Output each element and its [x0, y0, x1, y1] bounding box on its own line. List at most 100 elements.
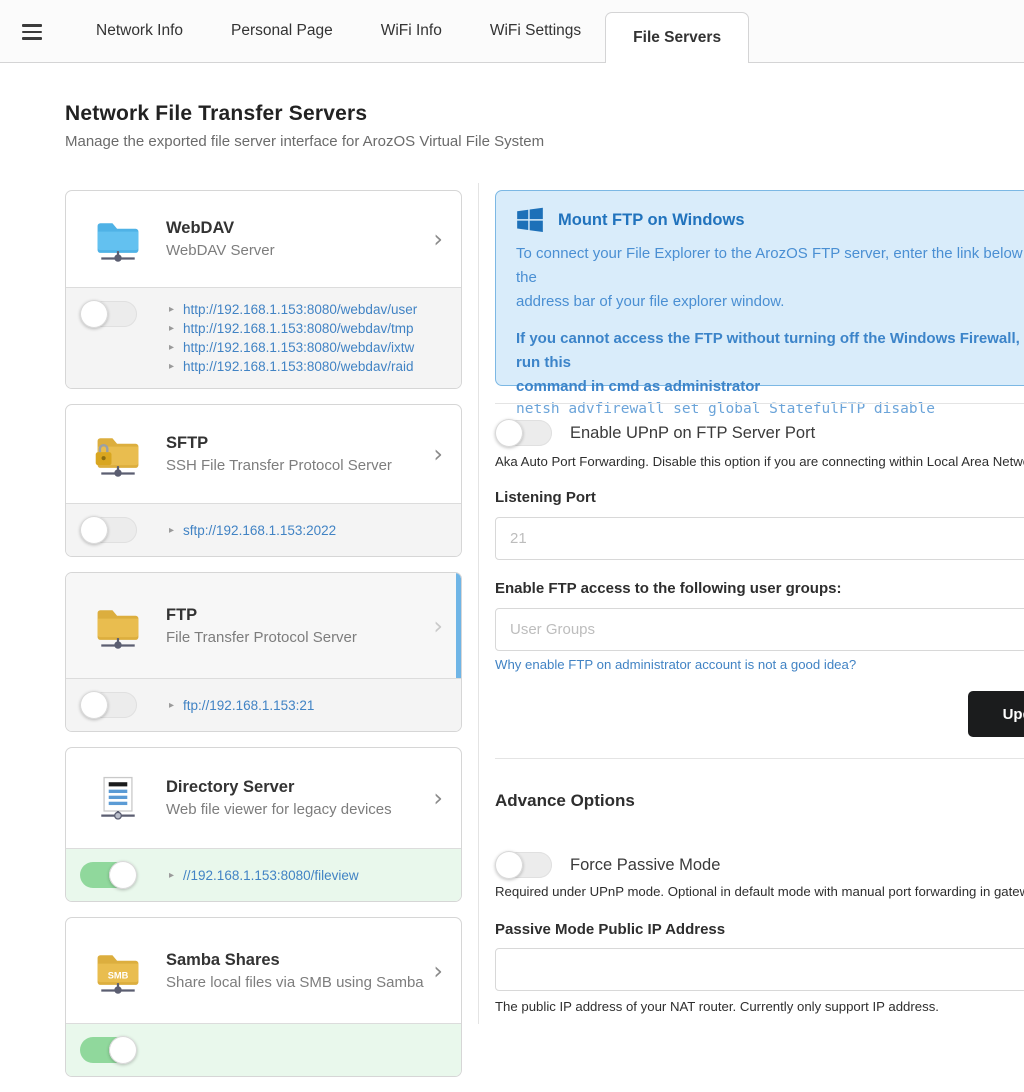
- server-name: FTP: [166, 606, 425, 625]
- upnp-toggle-label: Enable UPnP on FTP Server Port: [570, 424, 815, 443]
- caret-right-icon: ▸: [169, 302, 174, 318]
- server-card-webdav: WebDAV WebDAV Server › ▸ http://192.168.…: [65, 190, 462, 389]
- server-url-link[interactable]: sftp://192.168.1.153:2022: [183, 523, 336, 539]
- chevron-right-icon[interactable]: ›: [425, 227, 443, 251]
- chevron-right-icon[interactable]: ›: [425, 442, 443, 466]
- folder-network-yellow-icon: [92, 600, 144, 652]
- server-enable-toggle[interactable]: [80, 517, 137, 543]
- server-card-header[interactable]: SFTP SSH File Transfer Protocol Server ›: [66, 405, 461, 503]
- server-card-header[interactable]: WebDAV WebDAV Server ›: [66, 191, 461, 287]
- tab-label: Personal Page: [231, 22, 333, 40]
- server-description: SSH File Transfer Protocol Server: [166, 457, 425, 474]
- server-link-list: ▸ http://192.168.1.153:8080/webdav/user …: [169, 301, 417, 375]
- server-url-link[interactable]: //192.168.1.153:8080/fileview: [183, 868, 359, 884]
- toggle-knob: [495, 851, 523, 879]
- force-passive-note: Required under UPnP mode. Optional in de…: [495, 884, 1024, 899]
- server-url-link[interactable]: http://192.168.1.153:8080/webdav/raid: [183, 359, 413, 375]
- force-passive-toggle[interactable]: [495, 852, 552, 878]
- selected-accent-bar: [456, 573, 461, 678]
- upnp-toggle[interactable]: [495, 420, 552, 446]
- server-card-footer: ▸ sftp://192.168.1.153:2022: [66, 503, 461, 556]
- server-link-row: ▸ ftp://192.168.1.153:21: [169, 698, 314, 714]
- folder-smb-icon: SMB: [92, 945, 144, 997]
- upnp-toggle-row: Enable UPnP on FTP Server Port: [495, 420, 815, 446]
- tab-network-info[interactable]: Network Info: [72, 0, 207, 62]
- server-link-row: ▸ http://192.168.1.153:8080/webdav/tmp: [169, 321, 417, 337]
- server-card-directory-server: Directory Server Web file viewer for leg…: [65, 747, 462, 902]
- server-link-row: ▸ http://192.168.1.153:8080/webdav/user: [169, 302, 417, 318]
- caret-right-icon: ▸: [169, 321, 174, 337]
- server-enable-toggle[interactable]: [80, 301, 137, 327]
- user-groups-input[interactable]: [495, 608, 1024, 651]
- server-description: Share local files via SMB using Samba: [166, 974, 425, 991]
- infobox-title: Mount FTP on Windows: [558, 211, 745, 230]
- toggle-knob: [80, 516, 108, 544]
- passive-ip-note: The public IP address of your NAT router…: [495, 999, 939, 1014]
- caret-right-icon: ▸: [169, 698, 174, 714]
- caret-right-icon: ▸: [169, 359, 174, 375]
- server-description: File Transfer Protocol Server: [166, 629, 425, 646]
- server-url-link[interactable]: http://192.168.1.153:8080/webdav/ixtw: [183, 340, 414, 356]
- page-subtitle: Manage the exported file server interfac…: [65, 133, 544, 150]
- advance-options-title: Advance Options: [495, 791, 635, 811]
- server-name: WebDAV: [166, 219, 425, 238]
- server-name: Samba Shares: [166, 951, 425, 970]
- tab-label: WiFi Info: [381, 22, 442, 40]
- tab-file-servers[interactable]: File Servers: [605, 12, 749, 63]
- tab-wifi-info[interactable]: WiFi Info: [357, 0, 466, 62]
- server-link-list: ▸ //192.168.1.153:8080/fileview: [169, 867, 359, 884]
- caret-right-icon: ▸: [169, 523, 174, 539]
- server-link-row: ▸ http://192.168.1.153:8080/webdav/ixtw: [169, 340, 417, 356]
- passive-ip-label: Passive Mode Public IP Address: [495, 921, 725, 938]
- server-list: WebDAV WebDAV Server › ▸ http://192.168.…: [65, 190, 462, 1092]
- chevron-right-icon[interactable]: ›: [425, 786, 443, 810]
- server-link-row: ▸ http://192.168.1.153:8080/webdav/raid: [169, 359, 417, 375]
- top-navigation-bar: Network Info Personal Page WiFi Info WiF…: [0, 0, 1024, 63]
- server-name: SFTP: [166, 434, 425, 453]
- force-passive-toggle-row: Force Passive Mode: [495, 852, 720, 878]
- update-button[interactable]: Update: [968, 691, 1024, 737]
- page-header: Network File Transfer Servers Manage the…: [65, 102, 544, 150]
- server-enable-toggle[interactable]: [80, 862, 137, 888]
- server-card-sftp: SFTP SSH File Transfer Protocol Server ›…: [65, 404, 462, 557]
- server-card-header[interactable]: FTP File Transfer Protocol Server ›: [66, 573, 461, 678]
- server-card-footer: ▸ ftp://192.168.1.153:21: [66, 678, 461, 731]
- server-url-link[interactable]: http://192.168.1.153:8080/webdav/tmp: [183, 321, 413, 337]
- hamburger-menu-icon[interactable]: [22, 24, 42, 40]
- listening-port-input[interactable]: [495, 517, 1024, 560]
- passive-ip-input[interactable]: [495, 948, 1024, 991]
- server-link-row: ▸ sftp://192.168.1.153:2022: [169, 523, 336, 539]
- folder-lock-icon: [92, 428, 144, 480]
- admin-warning-link[interactable]: Why enable FTP on administrator account …: [495, 657, 856, 672]
- server-card-ftp: FTP File Transfer Protocol Server › ▸ ft…: [65, 572, 462, 732]
- tab-label: File Servers: [633, 29, 721, 47]
- server-link-row: ▸ //192.168.1.153:8080/fileview: [169, 868, 359, 884]
- mount-ftp-infobox: Mount FTP on Windows To connect your Fil…: [495, 190, 1024, 386]
- server-link-list: ▸ ftp://192.168.1.153:21: [169, 697, 314, 714]
- toggle-knob: [495, 419, 523, 447]
- tab-wifi-settings[interactable]: WiFi Settings: [466, 0, 605, 62]
- server-description: Web file viewer for legacy devices: [166, 801, 425, 818]
- tab-label: WiFi Settings: [490, 22, 581, 40]
- server-card-header[interactable]: SMB Samba Shares Share local files via S…: [66, 918, 461, 1023]
- server-enable-toggle[interactable]: [80, 692, 137, 718]
- svg-text:SMB: SMB: [108, 970, 129, 980]
- server-enable-toggle[interactable]: [80, 1037, 137, 1063]
- chevron-right-icon[interactable]: ›: [425, 959, 443, 983]
- force-passive-label: Force Passive Mode: [570, 856, 720, 875]
- server-link-list: ▸ sftp://192.168.1.153:2022: [169, 522, 336, 539]
- infobox-paragraph-2: If you cannot access the FTP without tur…: [516, 327, 1024, 399]
- server-card-header[interactable]: Directory Server Web file viewer for leg…: [66, 748, 461, 848]
- server-card-footer: [66, 1023, 461, 1076]
- server-url-link[interactable]: http://192.168.1.153:8080/webdav/user: [183, 302, 417, 318]
- caret-right-icon: ▸: [169, 340, 174, 356]
- server-card-footer: ▸ //192.168.1.153:8080/fileview: [66, 848, 461, 901]
- folder-network-blue-icon: [92, 213, 144, 265]
- caret-right-icon: ▸: [169, 868, 174, 884]
- server-url-link[interactable]: ftp://192.168.1.153:21: [183, 698, 314, 714]
- toggle-knob: [109, 861, 137, 889]
- chevron-right-icon[interactable]: ›: [425, 614, 443, 638]
- document-network-icon: [92, 772, 144, 824]
- tab-personal-page[interactable]: Personal Page: [207, 0, 357, 62]
- toggle-knob: [109, 1036, 137, 1064]
